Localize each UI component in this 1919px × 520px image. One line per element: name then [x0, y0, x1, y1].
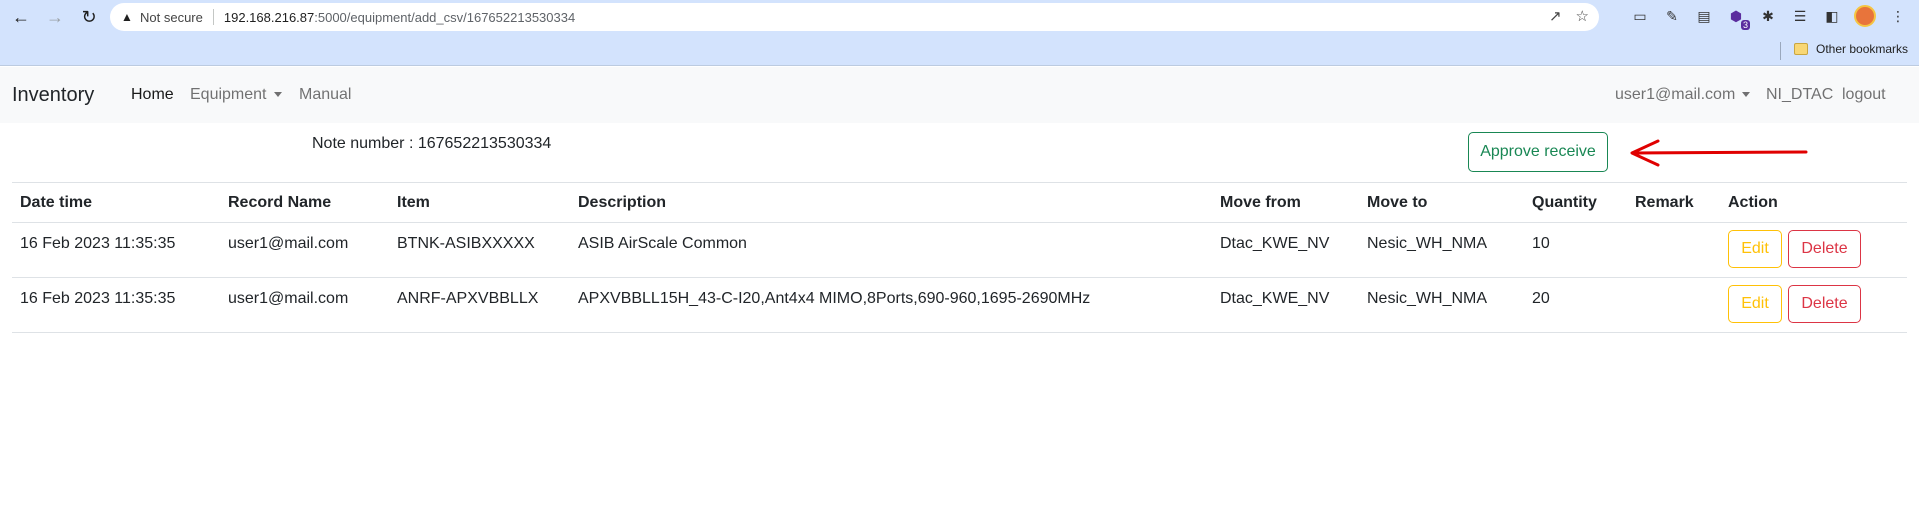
extension-badge-icon[interactable]: ⬢ 3: [1726, 6, 1750, 30]
nav-equipment-dropdown[interactable]: Equipment: [190, 86, 282, 104]
equipment-table: Date time Record Name Item Description M…: [12, 182, 1907, 333]
approve-receive-button[interactable]: Approve receive: [1468, 132, 1608, 172]
header-move-to: Move to: [1359, 182, 1524, 223]
header-record-name: Record Name: [220, 182, 389, 223]
cell-record-name: user1@mail.com: [220, 222, 389, 278]
delete-button[interactable]: Delete: [1788, 230, 1861, 268]
folder-label: Other bookmarks: [1816, 42, 1909, 56]
cell-action: Edit Delete: [1720, 222, 1907, 278]
brand[interactable]: Inventory: [12, 84, 94, 107]
app-navbar: Inventory Home Equipment Manual user1@ma…: [0, 67, 1919, 123]
cell-remark: [1627, 277, 1720, 333]
nav-manual[interactable]: Manual: [299, 86, 351, 104]
header-date-time: Date time: [12, 182, 220, 223]
header-move-from: Move from: [1212, 182, 1359, 223]
back-icon[interactable]: ←: [8, 4, 34, 30]
cell-action: Edit Delete: [1720, 277, 1907, 333]
cell-quantity: 10: [1524, 222, 1627, 278]
cell-move-from: Dtac_KWE_NV: [1212, 277, 1359, 333]
chevron-down-icon: [1742, 92, 1751, 98]
url-path[interactable]: :5000/equipment/add_csv/167652213530334: [314, 10, 575, 25]
forward-icon[interactable]: →: [42, 4, 68, 30]
chevron-down-icon: [273, 92, 282, 98]
warning-icon[interactable]: ▲: [120, 10, 134, 24]
cell-quantity: 20: [1524, 277, 1627, 333]
annotation-arrow-icon: [1630, 139, 1808, 167]
side-panel-icon[interactable]: ◧: [1822, 6, 1842, 26]
divider: [1780, 42, 1781, 60]
address-bar[interactable]: ▲ Not secure 192.168.216.87:5000/equipme…: [110, 3, 1599, 31]
security-label[interactable]: Not secure: [140, 10, 203, 25]
profile-avatar[interactable]: [1854, 5, 1876, 27]
edit-button[interactable]: Edit: [1728, 285, 1782, 323]
cell-description: ASIB AirScale Common: [570, 222, 1212, 278]
bookmark-star-icon[interactable]: ☆: [1576, 7, 1589, 25]
browser-toolbar: ← → ↻ ▲ Not secure 192.168.216.87:5000/e…: [0, 0, 1919, 34]
cast-icon[interactable]: ▭: [1630, 6, 1650, 26]
cell-date-time: 16 Feb 2023 11:35:35: [12, 222, 220, 278]
logout-link[interactable]: logout: [1842, 86, 1886, 104]
extension-note-icon[interactable]: ▤: [1694, 6, 1714, 26]
reload-icon[interactable]: ↻: [76, 4, 102, 30]
extension-badge: 3: [1740, 20, 1750, 30]
header-remark: Remark: [1627, 182, 1720, 223]
folder-icon: [1794, 43, 1808, 55]
cell-move-to: Nesic_WH_NMA: [1359, 277, 1524, 333]
menu-kebab-icon[interactable]: ⋮: [1888, 6, 1908, 26]
cell-move-from: Dtac_KWE_NV: [1212, 222, 1359, 278]
cell-item: ANRF-APXVBBLLX: [389, 277, 570, 333]
cell-description: APXVBBLL15H_43-C-I20,Ant4x4 MIMO,8Ports,…: [570, 277, 1212, 333]
cell-date-time: 16 Feb 2023 11:35:35: [12, 277, 220, 333]
table-row: 16 Feb 2023 11:35:35 user1@mail.com BTNK…: [12, 222, 1907, 278]
nav-org[interactable]: NI_DTAC: [1766, 86, 1833, 104]
url-host[interactable]: 192.168.216.87: [224, 10, 314, 25]
header-description: Description: [570, 182, 1212, 223]
delete-button[interactable]: Delete: [1788, 285, 1861, 323]
edit-button[interactable]: Edit: [1728, 230, 1782, 268]
cell-item: BTNK-ASIBXXXXX: [389, 222, 570, 278]
nav-home[interactable]: Home: [131, 86, 174, 104]
table-header-row: Date time Record Name Item Description M…: [12, 182, 1907, 223]
header-item: Item: [389, 182, 570, 223]
reading-list-icon[interactable]: ☰: [1790, 6, 1810, 26]
header-action: Action: [1720, 182, 1907, 223]
divider: [212, 9, 214, 25]
other-bookmarks-folder[interactable]: Other bookmarks: [1794, 42, 1908, 56]
user-email: user1@mail.com: [1615, 86, 1736, 103]
eyedropper-icon[interactable]: ✎: [1662, 6, 1682, 26]
header-quantity: Quantity: [1524, 182, 1627, 223]
user-dropdown[interactable]: user1@mail.com: [1615, 86, 1751, 104]
nav-equipment-label: Equipment: [190, 86, 267, 103]
table-row: 16 Feb 2023 11:35:35 user1@mail.com ANRF…: [12, 277, 1907, 333]
cell-record-name: user1@mail.com: [220, 277, 389, 333]
cell-move-to: Nesic_WH_NMA: [1359, 222, 1524, 278]
note-number: Note number : 167652213530334: [312, 135, 552, 152]
share-icon[interactable]: ↗: [1549, 7, 1562, 25]
cell-remark: [1627, 222, 1720, 278]
bookmarks-bar: Other bookmarks: [0, 34, 1919, 66]
puzzle-icon[interactable]: ✱: [1758, 6, 1778, 26]
